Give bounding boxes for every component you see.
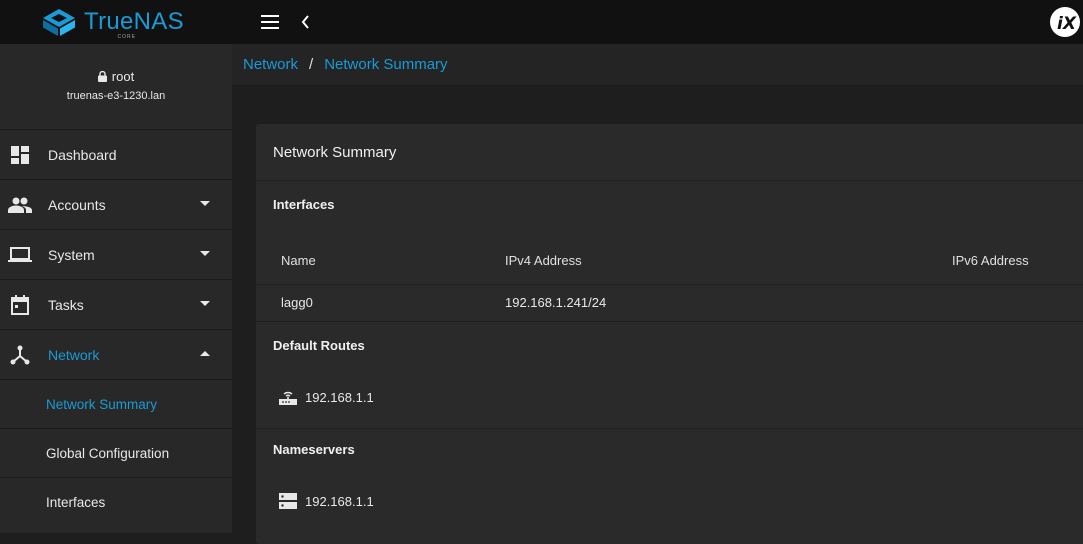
sidebar-item-label: Accounts xyxy=(48,196,106,213)
brand-name: TrueNAS xyxy=(84,8,184,35)
sidebar-subitem-interfaces[interactable]: Interfaces xyxy=(0,477,232,526)
lock-icon xyxy=(97,71,107,82)
user-info: root truenas-e3-1230.lan xyxy=(0,44,232,129)
calendar-icon xyxy=(4,293,36,317)
sidebar: root truenas-e3-1230.lan Dashboard Accou… xyxy=(0,44,232,533)
network-icon xyxy=(4,343,36,367)
divider xyxy=(256,180,1083,181)
sidebar-item-label: System xyxy=(48,246,95,263)
card-title: Network Summary xyxy=(273,144,397,161)
people-icon xyxy=(4,193,36,217)
breadcrumb-network-link[interactable]: Network xyxy=(243,56,298,73)
breadcrumb: Network / Network Summary xyxy=(232,44,1083,86)
column-header-ipv4: IPv4 Address xyxy=(505,253,582,268)
sidebar-item-label: Tasks xyxy=(48,296,84,313)
chevron-left-icon xyxy=(301,15,309,29)
brand-sub: CORE xyxy=(117,34,136,40)
svg-text:iX: iX xyxy=(1057,14,1077,34)
interface-ipv4-cell: 192.168.1.241/24 xyxy=(505,295,607,310)
nameserver-item: 192.168.1.1 xyxy=(278,492,374,510)
nameservers-section-title: Nameservers xyxy=(273,442,355,457)
sidebar-item-label: Network xyxy=(48,346,100,363)
caret-down-icon xyxy=(200,301,210,306)
username: root xyxy=(111,69,135,84)
interfaces-section-title: Interfaces xyxy=(273,197,335,212)
default-route-address: 192.168.1.1 xyxy=(305,389,374,405)
interface-name-cell: lagg0 xyxy=(281,295,313,310)
caret-down-icon xyxy=(200,201,210,206)
divider xyxy=(256,284,1083,285)
divider xyxy=(256,428,1083,429)
sidebar-item-label: Dashboard xyxy=(48,146,117,163)
hamburger-icon xyxy=(261,15,279,29)
caret-up-icon xyxy=(200,351,210,356)
sidebar-subitem-global-configuration[interactable]: Global Configuration xyxy=(0,428,232,477)
default-route-item: 192.168.1.1 xyxy=(278,388,374,406)
divider xyxy=(256,321,1083,322)
sidebar-item-dashboard[interactable]: Dashboard xyxy=(0,129,232,179)
breadcrumb-current[interactable]: Network Summary xyxy=(324,56,447,73)
caret-down-icon xyxy=(200,251,210,256)
sidebar-item-system[interactable]: System xyxy=(0,229,232,279)
truenas-logo-icon xyxy=(43,9,75,36)
breadcrumb-separator: / xyxy=(309,56,314,73)
sidebar-item-network[interactable]: Network xyxy=(0,329,232,379)
dashboard-icon xyxy=(4,143,36,167)
laptop-icon xyxy=(4,243,36,267)
hostname: truenas-e3-1230.lan xyxy=(66,90,166,102)
network-summary-card: Network Summary Interfaces Name IPv4 Add… xyxy=(256,124,1083,544)
menu-toggle-button[interactable] xyxy=(252,4,288,40)
top-bar: TrueNAS CORE iX xyxy=(0,0,1083,44)
sidebar-item-accounts[interactable]: Accounts xyxy=(0,179,232,229)
server-icon xyxy=(279,493,297,509)
column-header-name: Name xyxy=(281,253,316,268)
sidebar-item-tasks[interactable]: Tasks xyxy=(0,279,232,329)
column-header-ipv6: IPv6 Address xyxy=(952,253,1029,268)
collapse-sidebar-button[interactable] xyxy=(292,4,320,40)
nameserver-address: 192.168.1.1 xyxy=(305,493,374,509)
brand[interactable]: TrueNAS CORE xyxy=(0,0,232,44)
default-routes-section-title: Default Routes xyxy=(273,338,365,353)
ix-systems-logo-icon[interactable]: iX xyxy=(1047,5,1083,39)
router-icon xyxy=(279,391,297,405)
sidebar-subitem-network-summary[interactable]: Network Summary xyxy=(0,379,232,428)
